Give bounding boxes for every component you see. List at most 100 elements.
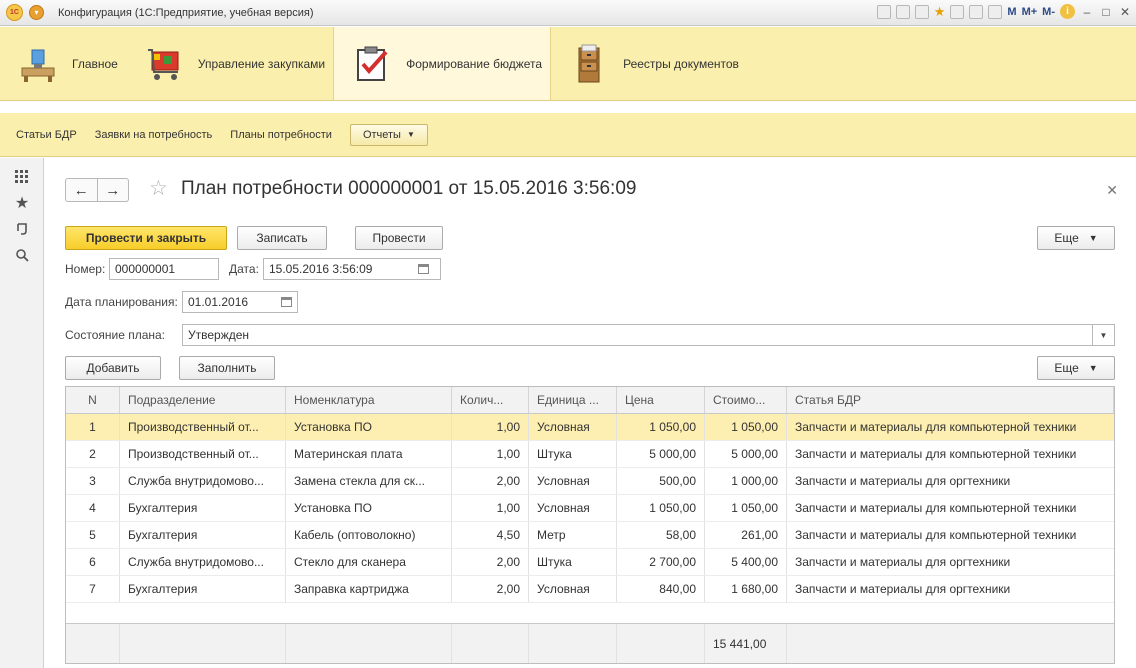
more-button[interactable]: Еще ▼ bbox=[1037, 226, 1115, 250]
1c-logo-icon: 1С bbox=[6, 4, 23, 21]
section-registers[interactable]: Реестры документов bbox=[551, 27, 747, 100]
table-cell: 2,00 bbox=[452, 468, 529, 494]
table-row[interactable]: 5 Бухгалтерия Кабель (оптоволокно) 4,50 Метр… bbox=[66, 522, 1114, 549]
history-icon[interactable] bbox=[0, 216, 44, 242]
section-main[interactable]: Главное bbox=[0, 27, 126, 100]
table-cell: 5 000,00 bbox=[617, 441, 705, 467]
table-cell: Штука bbox=[529, 549, 617, 575]
navigation-buttons: ← → bbox=[65, 178, 129, 202]
memory-minus-button[interactable]: M- bbox=[1042, 6, 1055, 18]
table-cell: Бухгалтерия bbox=[120, 522, 286, 548]
table-row[interactable]: 4 Бухгалтерия Установка ПО 1,00 Условная 1 05… bbox=[66, 495, 1114, 522]
table-cell: 2,00 bbox=[452, 549, 529, 575]
left-toolbar: ★ bbox=[0, 158, 44, 668]
table-footer: 15 441,00 bbox=[66, 623, 1114, 663]
table-cell: Установка ПО bbox=[286, 495, 452, 521]
add-row-button[interactable]: Добавить bbox=[65, 356, 161, 380]
shopping-cart-icon bbox=[144, 44, 184, 84]
table-cell: 1 050,00 bbox=[617, 414, 705, 440]
back-arrow-icon[interactable]: ← bbox=[66, 179, 98, 201]
table-row[interactable]: 6 Служба внутридомово... Стекло для сканер… bbox=[66, 549, 1114, 576]
save-button[interactable]: Записать bbox=[237, 226, 327, 250]
table-cell: Кабель (оптоволокно) bbox=[286, 522, 452, 548]
main-menu-icon[interactable]: ▾ bbox=[29, 5, 44, 20]
calendar-icon[interactable] bbox=[988, 4, 1003, 19]
table-cell: 500,00 bbox=[617, 468, 705, 494]
column-header[interactable]: N bbox=[66, 387, 120, 413]
table-cell: 1 050,00 bbox=[705, 495, 787, 521]
fill-button[interactable]: Заполнить bbox=[179, 356, 275, 380]
forward-arrow-icon[interactable]: → bbox=[98, 179, 129, 201]
apps-grid-icon[interactable] bbox=[0, 164, 44, 190]
table-cell: 5 000,00 bbox=[705, 441, 787, 467]
table-cell: 1 050,00 bbox=[617, 495, 705, 521]
memory-m-button[interactable]: M bbox=[1007, 6, 1016, 18]
chevron-down-icon: ▼ bbox=[406, 130, 415, 139]
link-budget-items[interactable]: Статьи БДР bbox=[16, 129, 77, 141]
history-icon[interactable] bbox=[950, 4, 965, 19]
post-and-close-button[interactable]: Провести и закрыть bbox=[65, 226, 227, 250]
link-requests[interactable]: Заявки на потребность bbox=[95, 129, 213, 141]
number-field[interactable]: 000000001 bbox=[109, 258, 219, 280]
table-row[interactable]: 3 Служба внутридомово... Замена стекла для… bbox=[66, 468, 1114, 495]
table-cell: Установка ПО bbox=[286, 414, 452, 440]
favorites-icon[interactable]: ★ bbox=[0, 190, 44, 216]
maximize-icon[interactable]: □ bbox=[1099, 5, 1113, 19]
section-commands: Статьи БДР Заявки на потребность Планы п… bbox=[0, 113, 1136, 157]
section-purchases[interactable]: Управление закупками bbox=[126, 27, 333, 100]
save-icon[interactable] bbox=[876, 4, 891, 19]
column-header[interactable]: Единица ... bbox=[529, 387, 617, 413]
table-cell: Условная bbox=[529, 576, 617, 602]
column-header[interactable]: Колич... bbox=[452, 387, 529, 413]
table-row[interactable]: 1 Производственный от... Установка ПО 1,00 У… bbox=[66, 414, 1114, 441]
reports-label: Отчеты bbox=[362, 128, 401, 141]
column-header[interactable]: Статья БДР bbox=[787, 387, 1114, 413]
close-form-icon[interactable]: ✕ bbox=[1106, 182, 1118, 199]
link-plans[interactable]: Планы потребности bbox=[230, 129, 332, 141]
table-cell: 1 000,00 bbox=[705, 468, 787, 494]
search-icon[interactable] bbox=[0, 242, 44, 268]
table-more-button[interactable]: Еще ▼ bbox=[1037, 356, 1115, 380]
plan-date-label: Дата планирования: bbox=[65, 295, 178, 309]
chevron-down-icon[interactable]: ▼ bbox=[1093, 324, 1115, 346]
table-cell: Производственный от... bbox=[120, 441, 286, 467]
reports-button[interactable]: Отчеты ▼ bbox=[349, 123, 428, 146]
column-header[interactable]: Цена bbox=[617, 387, 705, 413]
table-row[interactable]: 7 Бухгалтерия Заправка картриджа 2,00 Условн… bbox=[66, 576, 1114, 603]
section-label: Реестры документов bbox=[623, 56, 739, 71]
table-cell: 1,00 bbox=[452, 414, 529, 440]
table-cell: 7 bbox=[66, 576, 120, 602]
calendar-icon[interactable] bbox=[276, 292, 296, 312]
favorites-star-icon[interactable]: ★ bbox=[934, 4, 946, 19]
column-header[interactable]: Подразделение bbox=[120, 387, 286, 413]
table-cell: 2,00 bbox=[452, 576, 529, 602]
table-row[interactable]: 2 Производственный от... Материнская плата… bbox=[66, 441, 1114, 468]
form-title: План потребности 000000001 от 15.05.2016… bbox=[181, 178, 637, 199]
table-cell: 2 bbox=[66, 441, 120, 467]
table-cell: 5 400,00 bbox=[705, 549, 787, 575]
star-outline-icon[interactable]: ☆ bbox=[149, 176, 168, 201]
table-cell: Заправка картриджа bbox=[286, 576, 452, 602]
preview-icon[interactable] bbox=[914, 4, 929, 19]
print-icon[interactable] bbox=[895, 4, 910, 19]
table-cell: Запчасти и материалы для оргтехники bbox=[795, 555, 1011, 569]
table-cell: Метр bbox=[529, 522, 617, 548]
post-button[interactable]: Провести bbox=[355, 226, 443, 250]
table-cell: Служба внутридомово... bbox=[120, 549, 286, 575]
more-label: Еще bbox=[1054, 361, 1079, 375]
minimize-icon[interactable]: – bbox=[1080, 5, 1094, 19]
close-window-icon[interactable]: ✕ bbox=[1118, 5, 1132, 19]
calendar-icon[interactable] bbox=[413, 259, 433, 279]
section-budget[interactable]: Формирование бюджета bbox=[333, 27, 552, 100]
memory-plus-button[interactable]: M+ bbox=[1022, 6, 1038, 18]
more-label: Еще bbox=[1054, 231, 1079, 245]
table-cell: 4,50 bbox=[452, 522, 529, 548]
column-header[interactable]: Номенклатура bbox=[286, 387, 452, 413]
column-header[interactable]: Стоимо... bbox=[705, 387, 787, 413]
table-cell: Стекло для сканера bbox=[286, 549, 452, 575]
table-cell: Материнская плата bbox=[286, 441, 452, 467]
chevron-down-icon: ▼ bbox=[1088, 233, 1098, 243]
plan-state-field[interactable]: Утвержден bbox=[182, 324, 1093, 346]
calculator-icon[interactable] bbox=[969, 4, 984, 19]
info-icon[interactable]: i bbox=[1060, 4, 1075, 19]
